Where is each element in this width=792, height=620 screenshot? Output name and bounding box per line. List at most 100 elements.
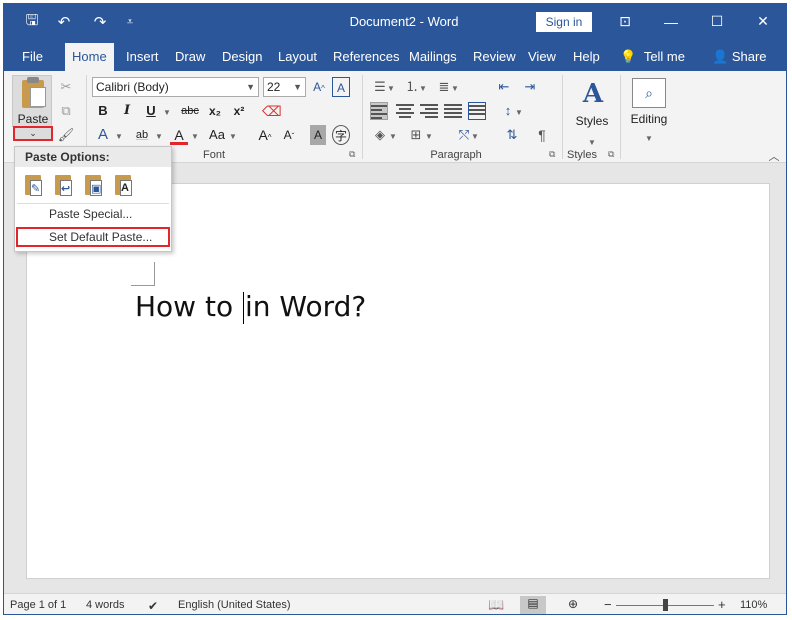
align-left-icon[interactable]: [370, 102, 388, 120]
zoom-in-button[interactable]: +: [718, 597, 726, 612]
zoom-slider-thumb[interactable]: [663, 599, 668, 611]
sort-icon[interactable]: ⇅: [502, 125, 522, 145]
editing-button[interactable]: ⌕: [632, 78, 666, 108]
borders-options[interactable]: ▼: [424, 125, 434, 145]
format-painter-icon[interactable]: 🖌: [56, 125, 76, 145]
language-label[interactable]: English (United States): [178, 599, 291, 611]
numbering-options[interactable]: ▼: [418, 77, 428, 97]
superscript-button[interactable]: x²: [230, 101, 248, 121]
grow-font-button-2[interactable]: A^: [256, 125, 274, 145]
underline-options-button[interactable]: ▼: [161, 101, 173, 121]
strikethrough-button[interactable]: abc: [178, 101, 202, 121]
multilevel-options[interactable]: ▼: [450, 77, 460, 97]
font-color-button[interactable]: A: [170, 125, 188, 145]
page-count[interactable]: Page 1 of 1: [10, 599, 66, 611]
tell-me-box[interactable]: 💡 Tell me: [620, 43, 685, 71]
decrease-indent-icon[interactable]: ⇤: [494, 77, 514, 97]
dialog-launcher-icon[interactable]: ⧉: [549, 149, 555, 160]
paste-special-item[interactable]: Paste Special...: [15, 204, 171, 224]
shading-icon[interactable]: ◈: [370, 125, 390, 145]
align-right-icon[interactable]: [420, 102, 438, 120]
tab-mailings[interactable]: Mailings: [402, 43, 464, 71]
justify-icon[interactable]: [444, 102, 462, 120]
caret-up-glyph: ^: [321, 84, 325, 93]
web-layout-icon[interactable]: ⊕: [568, 597, 578, 611]
share-button[interactable]: 👤 Share: [712, 43, 767, 71]
text-effects-options[interactable]: ▼: [114, 125, 124, 145]
borders-icon[interactable]: ⊞: [406, 125, 426, 145]
paste-keep-source-button[interactable]: ✎: [23, 173, 47, 199]
paste-text-only-button[interactable]: A: [113, 173, 137, 199]
font-name-combo[interactable]: Calibri (Body) ▼: [92, 77, 259, 97]
increase-indent-icon[interactable]: ⇥: [520, 77, 540, 97]
editing-options[interactable]: ▼: [639, 127, 659, 147]
change-case-options[interactable]: ▼: [228, 125, 238, 145]
styles-button[interactable]: A: [578, 79, 608, 109]
character-shading-button[interactable]: A: [310, 125, 326, 145]
line-spacing-options[interactable]: ▼: [514, 101, 524, 121]
tab-review[interactable]: Review: [466, 43, 523, 71]
copy-icon[interactable]: ⧉: [56, 101, 76, 121]
word-count[interactable]: 4 words: [86, 599, 125, 611]
highlight-options[interactable]: ▼: [154, 125, 164, 145]
font-color-options[interactable]: ▼: [190, 125, 200, 145]
shading-options[interactable]: ▼: [388, 125, 398, 145]
minimize-icon[interactable]: —: [648, 4, 694, 39]
tab-references[interactable]: References: [326, 43, 406, 71]
grow-font-button[interactable]: A^: [310, 77, 328, 97]
show-marks-icon[interactable]: ¶: [532, 125, 552, 145]
editing-label[interactable]: Editing: [624, 112, 674, 126]
paste-options-menu: Paste Options: ✎ ↩ ▣ A Paste Special... …: [14, 146, 172, 252]
font-size-combo[interactable]: 22 ▼: [263, 77, 306, 97]
tab-help[interactable]: Help: [566, 43, 607, 71]
underline-button[interactable]: U: [142, 101, 160, 121]
save-icon[interactable]: 🖫: [20, 10, 44, 34]
tab-file[interactable]: File: [15, 43, 50, 71]
dialog-launcher-icon[interactable]: ⧉: [349, 149, 355, 160]
zoom-out-button[interactable]: −: [604, 597, 612, 612]
paste-button[interactable]: Paste: [12, 75, 52, 127]
tab-home[interactable]: Home: [65, 43, 114, 71]
close-icon[interactable]: ✕: [740, 4, 786, 39]
align-center-icon[interactable]: [396, 102, 414, 120]
chevron-down-icon: ▼: [229, 132, 237, 141]
dialog-launcher-icon[interactable]: ⧉: [608, 149, 614, 160]
set-default-paste-item[interactable]: Set Default Paste...: [16, 227, 170, 247]
paste-merge-format-button[interactable]: ↩: [53, 173, 77, 199]
zoom-level[interactable]: 110%: [740, 599, 767, 611]
text-effects-button[interactable]: A: [94, 125, 112, 145]
redo-icon[interactable]: ↷: [88, 10, 112, 34]
paste-dropdown-button[interactable]: ⌄: [13, 126, 53, 141]
asian-layout-options[interactable]: ▼: [470, 125, 480, 145]
styles-label[interactable]: Styles: [570, 114, 614, 128]
clear-formatting-button[interactable]: A: [332, 77, 350, 97]
bullets-options[interactable]: ▼: [386, 77, 396, 97]
cut-icon[interactable]: ✂: [56, 77, 76, 97]
clear-all-formatting-icon[interactable]: ⌫: [262, 101, 282, 121]
italic-button[interactable]: I: [118, 101, 136, 121]
ribbon-display-icon[interactable]: ⊡: [602, 4, 648, 39]
sign-in-button[interactable]: Sign in: [536, 12, 592, 32]
print-layout-icon[interactable]: ▤: [520, 596, 546, 614]
title-bar: 🖫 ↶ ↷ ⩡ Document2 - Word Sign in ⊡ — ☐ ✕: [4, 4, 786, 39]
maximize-icon[interactable]: ☐: [694, 4, 740, 39]
change-case-button[interactable]: Aa: [206, 125, 228, 145]
paste-picture-button[interactable]: ▣: [83, 173, 107, 199]
shrink-font-button[interactable]: Aˇ: [280, 125, 298, 145]
tab-draw[interactable]: Draw: [168, 43, 212, 71]
bold-button[interactable]: B: [94, 101, 112, 121]
document-text[interactable]: How to in Word?: [135, 290, 366, 324]
styles-options[interactable]: ▼: [582, 131, 602, 151]
highlight-color-button[interactable]: ab: [132, 125, 152, 145]
subscript-button[interactable]: x₂: [206, 101, 224, 121]
customize-qat-icon[interactable]: ⩡: [118, 10, 142, 34]
tab-layout[interactable]: Layout: [271, 43, 324, 71]
read-mode-icon[interactable]: 📖: [488, 597, 504, 613]
distributed-icon[interactable]: [468, 102, 486, 120]
undo-icon[interactable]: ↶: [52, 10, 76, 34]
tab-insert[interactable]: Insert: [119, 43, 166, 71]
tab-design[interactable]: Design: [215, 43, 269, 71]
proofing-icon[interactable]: ✔: [148, 599, 158, 613]
enclose-characters-button[interactable]: 字: [332, 125, 350, 145]
tab-view[interactable]: View: [521, 43, 563, 71]
